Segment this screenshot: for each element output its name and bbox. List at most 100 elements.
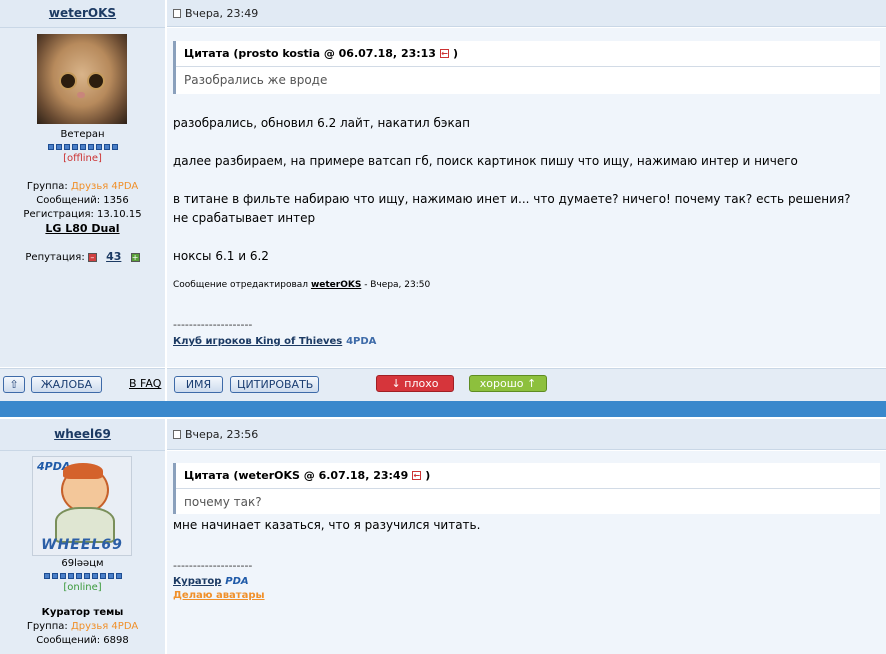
post1-status: [offline] (63, 153, 102, 164)
post1-sig-link[interactable]: Клуб игроков King of Thieves (173, 336, 342, 347)
post2-sig-avatars-link[interactable]: Делаю аватары (173, 590, 265, 601)
post2-quote-header: Цитата (weterOKS @ 6.07.18, 23:49 ← ) (176, 463, 880, 489)
post1-group-label: Группа: (26, 181, 68, 192)
post2-role: Куратор темы (41, 607, 124, 618)
post1-para-1: разобрались, обновил 6.2 лайт, накатил б… (173, 116, 470, 130)
quote-jump-icon[interactable]: ← (439, 49, 449, 58)
rank-dot (115, 573, 122, 579)
rank-dot (43, 573, 50, 579)
arrow-down-icon: ↓ (391, 377, 401, 390)
post2-sig-curator-link[interactable]: Куратор (173, 576, 221, 587)
edit-note-user[interactable]: weterOKS (311, 280, 361, 290)
bad-label: плохо (404, 377, 439, 390)
arrow-up-icon: ⇧ (9, 378, 19, 391)
name-button[interactable]: ИМЯ (174, 376, 223, 393)
post2-quote-header-text: Цитата (weterOKS @ 6.07.18, 23:49 (184, 469, 409, 482)
quote-jump-icon[interactable]: ← (412, 471, 422, 480)
post1-sig-dashes: -------------------- (173, 318, 253, 331)
rank-dot (59, 573, 66, 579)
post2-date-text: Вчера, 23:56 (185, 427, 259, 441)
faq-link[interactable]: В FAQ (129, 377, 161, 390)
post1-rank-dots (0, 144, 165, 150)
post2-sig-curator: Куратор PDA (173, 573, 880, 587)
post2-avatar[interactable]: 4PDA WHEEL69 (32, 456, 132, 556)
post1-right-actions: ИМЯ ЦИТИРОВАТЬ ↓ плохо хорошо ↑ (167, 368, 886, 401)
character-hair-icon (63, 463, 103, 479)
post1-author-header: weterOKS (0, 0, 165, 28)
post1-date-text: Вчера, 23:49 (185, 6, 259, 20)
rank-dot (75, 573, 82, 579)
quote-header-close-paren: ) (452, 47, 458, 60)
good-label: хорошо (479, 377, 524, 390)
rank-dot (95, 144, 102, 150)
post2-sig-curator-logo: PDA (225, 576, 249, 587)
post-link-icon[interactable] (173, 429, 181, 439)
bad-button[interactable]: ↓ плохо (376, 375, 454, 392)
rank-dot (51, 573, 58, 579)
reputation-minus-icon[interactable]: – (87, 252, 97, 262)
post1-edit-note: Сообщение отредактировал weterOKS - Вчер… (173, 280, 880, 290)
post1-username[interactable]: weterOKS (49, 6, 116, 20)
post2-rank-dots (0, 573, 165, 579)
post2-sig-avatars: Делаю аватары (173, 587, 880, 601)
post-separator (0, 401, 886, 417)
post1-signature: Клуб игроков King of Thieves 4PDA (173, 333, 880, 347)
post1-left-actions: ⇧ ЖАЛОБА В FAQ (0, 368, 165, 401)
post2-date-header: Вчера, 23:56 (167, 419, 886, 450)
rank-dot (87, 144, 94, 150)
rank-dot (103, 144, 110, 150)
post1-reputation: Репутация: – 43 + (0, 250, 165, 265)
post1-group: Группа: Друзья 4PDA (0, 180, 165, 194)
post1-rank: Ветеран (60, 129, 105, 140)
scroll-up-button[interactable]: ⇧ (3, 376, 25, 393)
complaint-button[interactable]: ЖАЛОБА (31, 376, 102, 393)
post1-registration: Регистрация: 13.10.15 (23, 209, 142, 220)
post1-reputation-label: Репутация: (25, 252, 85, 263)
post2-author-header: wheel69 (0, 419, 165, 451)
rank-dot (99, 573, 106, 579)
quote-button[interactable]: ЦИТИРОВАТЬ (230, 376, 319, 393)
post2-quote: Цитата (weterOKS @ 6.07.18, 23:49 ← ) по… (173, 463, 880, 514)
rank-dot (55, 144, 62, 150)
rank-dot (107, 573, 114, 579)
reputation-plus-icon[interactable]: + (130, 252, 140, 262)
quote-header-close-paren: ) (425, 469, 431, 482)
post2-author-panel: 4PDA WHEEL69 69lәәцм [online] Куратор те… (0, 451, 165, 654)
post1-device[interactable]: LG L80 Dual (45, 222, 119, 235)
post1-para-3: в титане в фильте набираю что ищу, нажим… (173, 192, 851, 206)
post1-para-5: ноксы 6.1 и 6.2 (173, 249, 269, 263)
post2-group-value[interactable]: Друзья 4PDA (71, 621, 138, 632)
rank-dot (47, 144, 54, 150)
cat-nose-icon (77, 92, 85, 98)
cat-eye-left-icon (59, 72, 77, 90)
cat-eye-right-icon (87, 72, 105, 90)
edit-note-time: - Вчера, 23:50 (364, 280, 431, 290)
avatar-caption: WHEEL69 (41, 537, 123, 553)
post1-messages: Сообщений: 1356 (36, 195, 129, 206)
rank-dot (83, 573, 90, 579)
post2-status: [online] (63, 582, 102, 593)
post2-quote-body: почему так? (184, 495, 262, 509)
post1-group-value[interactable]: Друзья 4PDA (71, 181, 138, 192)
post1-quote-header-text: Цитата (prosto kostia @ 06.07.18, 23:13 (184, 47, 436, 60)
post2-body: Цитата (weterOKS @ 6.07.18, 23:49 ← ) по… (167, 451, 886, 654)
post1-reputation-value[interactable]: 43 (106, 250, 121, 263)
post1-quote-header: Цитата (prosto kostia @ 06.07.18, 23:13 … (176, 41, 880, 67)
post1-avatar[interactable] (37, 34, 127, 124)
good-button[interactable]: хорошо ↑ (469, 375, 547, 392)
post2-group-label: Группа: (26, 621, 68, 632)
rank-dot (67, 573, 74, 579)
post2-sig-dashes: -------------------- (173, 559, 253, 572)
post2-username[interactable]: wheel69 (54, 427, 111, 441)
rank-dot (91, 573, 98, 579)
post1-author-panel: Ветеран [offline] Группа: Друзья 4PDA Со… (0, 28, 165, 367)
post1-para-4: не срабатывает интер (173, 211, 316, 225)
post1-body: Цитата (prosto kostia @ 06.07.18, 23:13 … (167, 28, 886, 367)
rank-dot (111, 144, 118, 150)
post2-date: Вчера, 23:56 (173, 428, 258, 441)
post2-group: Группа: Друзья 4PDA (0, 620, 165, 634)
rank-dot (79, 144, 86, 150)
post1-para-2: далее разбираем, на примере ватсап гб, п… (173, 154, 798, 168)
post1-quote: Цитата (prosto kostia @ 06.07.18, 23:13 … (173, 41, 880, 94)
post-link-icon[interactable] (173, 8, 181, 18)
